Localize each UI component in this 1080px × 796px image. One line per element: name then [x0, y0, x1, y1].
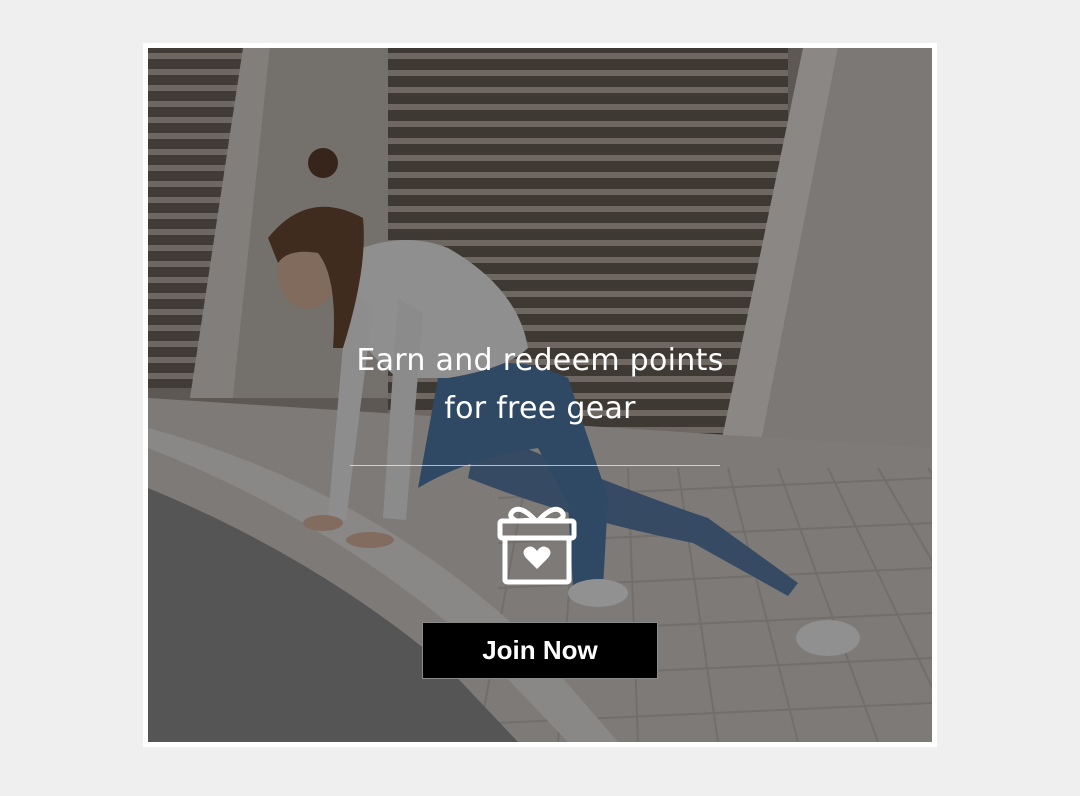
hero-image: Earn and redeem points for free gear Joi… — [148, 48, 932, 742]
promo-card: Earn and redeem points for free gear Joi… — [143, 43, 937, 747]
headline-line-1: Earn and redeem points — [356, 343, 724, 378]
divider — [350, 465, 720, 466]
promo-headline: Earn and redeem points for free gear — [148, 337, 932, 433]
gift-heart-icon — [497, 506, 577, 585]
headline-line-2: for free gear — [444, 391, 636, 426]
join-now-button[interactable]: Join Now — [422, 622, 658, 679]
